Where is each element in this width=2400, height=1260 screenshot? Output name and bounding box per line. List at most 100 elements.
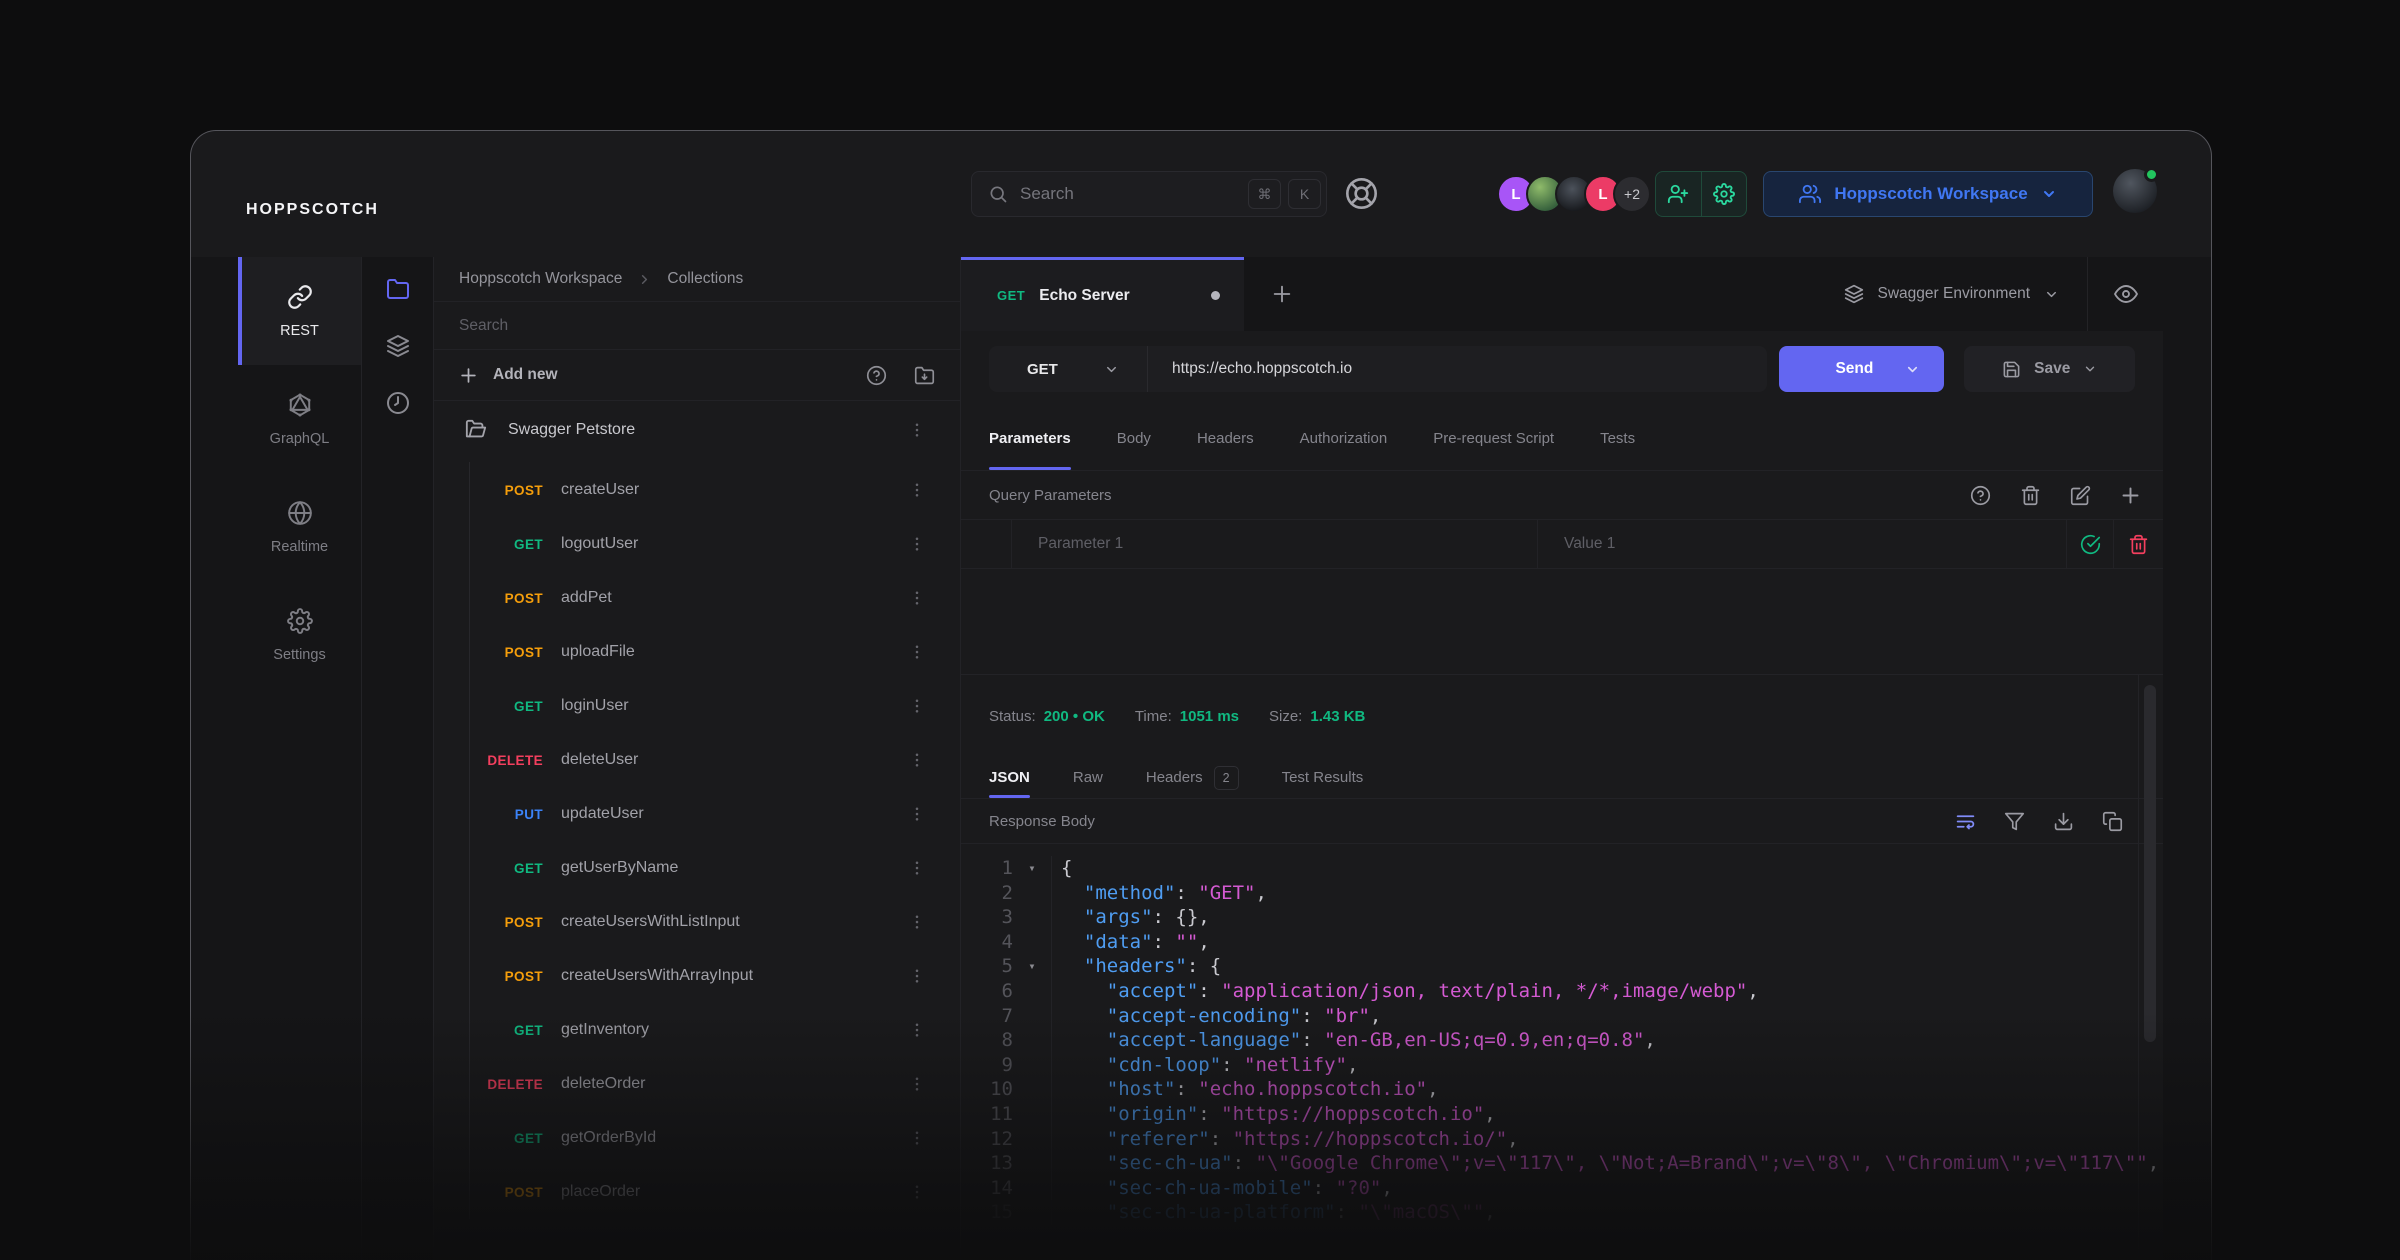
import-folder-icon[interactable] xyxy=(914,365,935,386)
more-options-icon[interactable] xyxy=(908,697,926,715)
parameter-delete-button[interactable] xyxy=(2114,520,2163,568)
workspace-selector[interactable]: Hoppscotch Workspace xyxy=(1763,171,2093,217)
save-button[interactable]: Save xyxy=(1964,346,2135,392)
new-tab-button[interactable] xyxy=(1244,257,1320,331)
edit-bulk-icon[interactable] xyxy=(2070,485,2091,506)
more-options-icon[interactable] xyxy=(908,1183,926,1201)
breadcrumb-workspace[interactable]: Hoppscotch Workspace xyxy=(459,270,622,288)
environments-tab-button[interactable] xyxy=(378,326,418,366)
support-lifebuoy-icon[interactable] xyxy=(1343,175,1380,212)
graphql-icon xyxy=(287,392,313,418)
invite-user-button[interactable] xyxy=(1656,172,1701,216)
filter-icon[interactable] xyxy=(2004,811,2025,832)
chevron-down-icon xyxy=(1905,362,1920,377)
more-options-icon[interactable] xyxy=(908,1129,926,1147)
more-options-icon[interactable] xyxy=(908,589,926,607)
environment-selector[interactable]: Swagger Environment xyxy=(1844,284,2088,304)
copy-icon[interactable] xyxy=(2102,811,2123,832)
collection-request[interactable]: GET getInventory xyxy=(434,1003,960,1057)
collection-request[interactable]: DELETE deleteOrder xyxy=(434,1057,960,1111)
add-parameter-icon[interactable] xyxy=(2120,485,2141,506)
collection-request[interactable]: GET loginUser xyxy=(434,679,960,733)
nav-item-rest[interactable]: REST xyxy=(238,257,361,365)
collection-request[interactable]: POST createUser xyxy=(434,463,960,517)
team-avatars[interactable]: L L +2 xyxy=(1497,175,1651,213)
request-section-tab[interactable]: Body xyxy=(1117,407,1151,470)
request-section-tab[interactable]: Authorization xyxy=(1300,407,1388,470)
response-tabs: JSON Raw Headers 2 Test Results xyxy=(961,757,2163,799)
nav-item-graphql[interactable]: GraphQL xyxy=(238,365,361,473)
tab-label: Raw xyxy=(1072,769,1103,786)
wrap-lines-icon[interactable] xyxy=(1955,811,1976,832)
request-name: createUsersWithListInput xyxy=(561,913,740,930)
delete-all-icon[interactable] xyxy=(2020,485,2041,506)
collection-request[interactable]: POST placeOrder xyxy=(434,1165,960,1219)
more-options-icon[interactable] xyxy=(908,1075,926,1093)
more-options-icon[interactable] xyxy=(908,967,926,985)
more-options-icon[interactable] xyxy=(908,421,926,439)
parameter-value-input[interactable] xyxy=(1564,535,2040,553)
response-tab[interactable]: JSON xyxy=(989,757,1030,798)
history-tab-button[interactable] xyxy=(378,383,418,423)
request-section-tab[interactable]: Tests xyxy=(1600,407,1635,470)
code-text: "sec-ch-ua-platform": "\"macOS\"", xyxy=(1106,1201,1496,1224)
help-circle-icon[interactable] xyxy=(866,365,887,386)
collection-request[interactable]: POST createUsersWithArrayInput xyxy=(434,949,960,1003)
request-section-tab[interactable]: Pre-request Script xyxy=(1433,407,1554,470)
response-tab[interactable]: Headers 2 xyxy=(1146,757,1239,798)
collection-request[interactable]: GET getUserByName xyxy=(434,841,960,895)
parameter-active-toggle[interactable] xyxy=(2067,520,2114,568)
collection-folder[interactable]: Swagger Petstore xyxy=(434,401,960,458)
nav-item-realtime[interactable]: Realtime xyxy=(238,473,361,581)
more-options-icon[interactable] xyxy=(908,751,926,769)
collections-tab-button[interactable] xyxy=(378,269,418,309)
nav-item-settings[interactable]: Settings xyxy=(238,581,361,689)
collection-request[interactable]: POST createUsersWithListInput xyxy=(434,895,960,949)
fold-toggle-icon[interactable]: ▾ xyxy=(1013,954,1052,979)
parameter-key-input[interactable] xyxy=(1038,535,1511,553)
nav-label: Realtime xyxy=(270,538,329,555)
workspace-settings-button[interactable] xyxy=(1700,172,1747,216)
response-tab[interactable]: Test Results xyxy=(1282,757,1364,798)
more-options-icon[interactable] xyxy=(908,1021,926,1039)
code-text: "accept": "application/json, text/plain,… xyxy=(1106,979,1759,1002)
global-search[interactable]: ⌘ K xyxy=(971,171,1327,217)
collections-search[interactable] xyxy=(434,302,960,350)
collection-request[interactable]: GET logoutUser xyxy=(434,517,960,571)
download-icon[interactable] xyxy=(2053,811,2074,832)
tab-label: Headers xyxy=(1145,769,1203,786)
response-body-code[interactable]: 1 ▾{2 "method": "GET", 3 "args": {}, 4 "dat… xyxy=(961,844,2163,1225)
collection-request[interactable]: POST addPet xyxy=(434,571,960,625)
more-options-icon[interactable] xyxy=(908,859,926,877)
collections-search-input[interactable] xyxy=(459,316,935,335)
method-selector[interactable]: GET xyxy=(989,346,1147,392)
more-options-icon[interactable] xyxy=(908,643,926,661)
row-drag-handle[interactable] xyxy=(961,520,1012,568)
more-options-icon[interactable] xyxy=(908,481,926,499)
fold-toggle-icon[interactable]: ▾ xyxy=(1013,856,1052,881)
collection-request[interactable]: DELETE deleteUser xyxy=(434,733,960,787)
send-button[interactable]: Send xyxy=(1779,346,1945,392)
breadcrumb-page[interactable]: Collections xyxy=(667,270,743,288)
url-input[interactable] xyxy=(1148,346,1768,392)
collection-request[interactable]: PUT updateUser xyxy=(434,787,960,841)
scrollbar-thumb[interactable] xyxy=(2144,685,2156,1042)
request-section-tab[interactable]: Parameters xyxy=(989,407,1071,470)
environment-quick-peek-button[interactable] xyxy=(2088,257,2163,331)
fold-gutter xyxy=(1013,1101,1052,1127)
collection-request[interactable]: POST uploadFile xyxy=(434,625,960,679)
response-tab[interactable]: Raw xyxy=(1073,757,1103,798)
request-tab-echo-server[interactable]: GET Echo Server xyxy=(961,257,1244,331)
request-method-label: PUT xyxy=(514,806,543,822)
help-circle-icon[interactable] xyxy=(1970,485,1991,506)
search-input[interactable] xyxy=(1020,184,1241,204)
profile-avatar[interactable] xyxy=(2113,167,2159,213)
collection-request[interactable]: GET getOrderById xyxy=(434,1111,960,1165)
add-new-button[interactable]: Add new xyxy=(493,366,558,384)
more-options-icon[interactable] xyxy=(908,535,926,553)
time-label: Time: xyxy=(1134,707,1172,725)
more-options-icon[interactable] xyxy=(908,913,926,931)
more-options-icon[interactable] xyxy=(908,805,926,823)
tab-label: Authorization xyxy=(1299,430,1388,447)
request-section-tab[interactable]: Headers xyxy=(1197,407,1254,470)
